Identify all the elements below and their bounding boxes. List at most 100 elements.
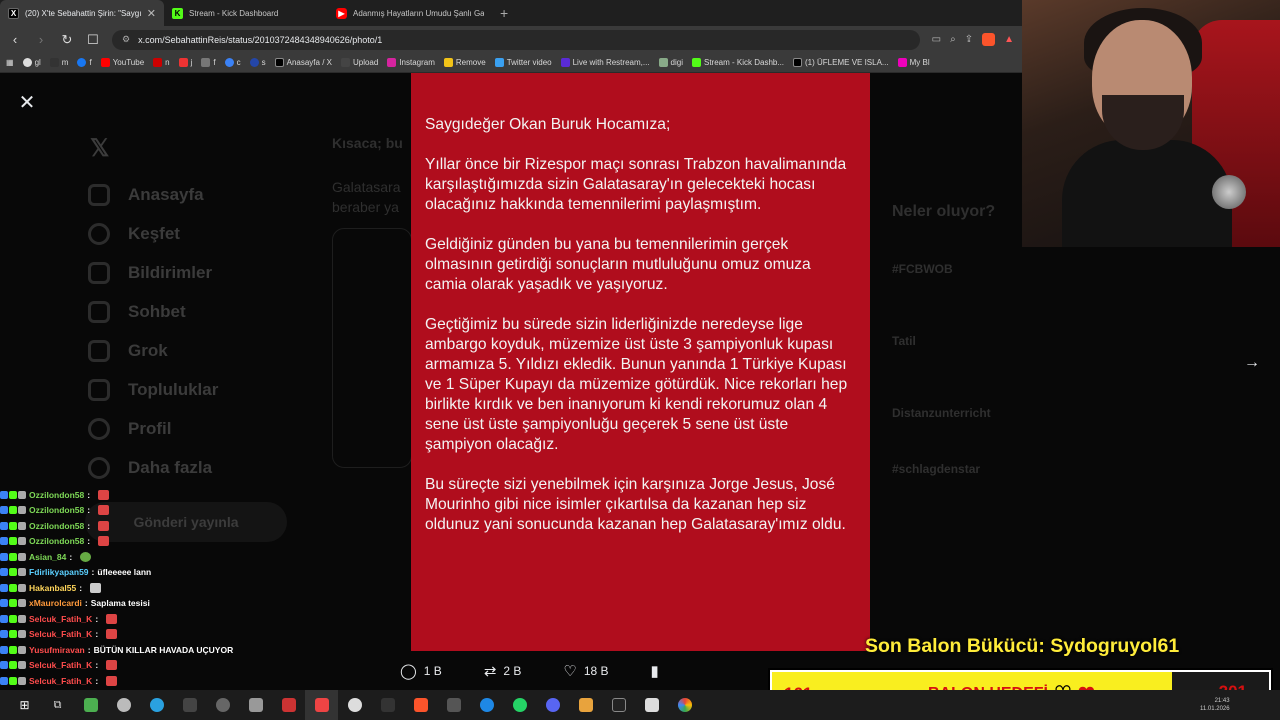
taskbar-app[interactable]: [107, 690, 140, 720]
nav-item-more[interactable]: Daha fazla: [88, 448, 218, 487]
bookmark-item[interactable]: Upload: [340, 58, 378, 67]
bookmark-item[interactable]: s: [249, 58, 266, 67]
nav-item-home[interactable]: Anasayfa: [88, 175, 218, 214]
bookmark-item[interactable]: (1) ÜFLEME VE ISLA...: [793, 58, 889, 67]
taskbar-app[interactable]: [74, 690, 107, 720]
chat-username[interactable]: Hakanbal55: [29, 583, 76, 593]
brave-shield-icon[interactable]: [982, 33, 996, 46]
badge-icon: [18, 599, 26, 608]
bookmark-item[interactable]: YouTube: [100, 58, 144, 67]
back-icon[interactable]: ‹: [8, 32, 22, 47]
taskbar-app[interactable]: [503, 690, 536, 720]
badge-icon: [18, 521, 26, 530]
tab-x-post[interactable]: X (20) X'te Sebahattin Şirin: "Saygı ✕: [0, 0, 164, 26]
bookmark-item[interactable]: f: [201, 58, 216, 67]
chat-username[interactable]: Fdirlikyapan59: [29, 567, 89, 577]
cast-icon[interactable]: ▭: [932, 34, 941, 45]
bookmark-item[interactable]: digi: [658, 58, 683, 67]
views-button[interactable]: ▮: [651, 662, 659, 680]
chat-username[interactable]: Yusufmiravan: [29, 645, 85, 655]
close-tab-icon[interactable]: ✕: [147, 7, 156, 20]
chat-username[interactable]: Selcuk_Fatih_K: [29, 660, 92, 670]
rewards-icon[interactable]: ▲: [1004, 34, 1014, 45]
chat-username[interactable]: Ozzilondon58: [29, 521, 84, 531]
nav-label: Topluluklar: [128, 379, 219, 399]
bookmark-item[interactable]: Twitter video: [494, 58, 552, 67]
nav-item-messages[interactable]: Sohbet: [88, 292, 218, 331]
forward-icon[interactable]: ›: [34, 32, 48, 47]
site-info-icon[interactable]: ⚙: [122, 34, 130, 45]
bookmark-item[interactable]: Anasayfa / X: [274, 58, 332, 67]
chat-separator: :: [69, 551, 73, 562]
nav-item-explore[interactable]: Keşfet: [88, 214, 218, 253]
taskbar-app[interactable]: [536, 690, 569, 720]
chat-username[interactable]: Asian_84: [29, 552, 66, 562]
system-clock[interactable]: 21:43 11.01.2026: [1200, 697, 1230, 713]
zoom-icon[interactable]: ⌕: [950, 34, 956, 45]
reply-button[interactable]: ◯ 1 B: [400, 662, 442, 680]
trend-item[interactable]: #schlagdenstar: [892, 462, 980, 476]
nav-item-profile[interactable]: Profil: [88, 409, 218, 448]
taskbar-app[interactable]: [569, 690, 602, 720]
chat-username[interactable]: xMaurolcardi: [29, 598, 82, 608]
taskbar-app[interactable]: [602, 690, 635, 720]
chat-username[interactable]: Ozzilondon58: [29, 490, 84, 500]
chat-username[interactable]: Selcuk_Fatih_K: [29, 629, 92, 639]
bookmark-item[interactable]: c: [224, 58, 241, 67]
share-icon[interactable]: ⇪: [965, 34, 973, 45]
tab-youtube[interactable]: ▶ Adanmış Hayatların Umudu Şanlı Gal: [328, 0, 492, 26]
bookmark-item[interactable]: gl: [22, 58, 41, 67]
taskbar-app[interactable]: [668, 690, 701, 720]
nav-item-communities[interactable]: Topluluklar: [88, 370, 218, 409]
taskbar-app[interactable]: [371, 690, 404, 720]
taskbar-app[interactable]: [635, 690, 668, 720]
nav-item-grok[interactable]: Grok: [88, 331, 218, 370]
trend-item[interactable]: Distanzunterricht: [892, 406, 991, 420]
apps-icon[interactable]: ▦: [6, 58, 14, 67]
chat-username[interactable]: Selcuk_Fatih_K: [29, 676, 92, 686]
badge-icon: [18, 676, 26, 685]
close-lightbox-icon[interactable]: ✕: [18, 93, 36, 113]
bookmark-item[interactable]: m: [49, 58, 68, 67]
reload-icon[interactable]: ↻: [60, 32, 74, 48]
tab-kick-dashboard[interactable]: K Stream - Kick Dashboard: [164, 0, 328, 26]
taskbar-app[interactable]: [305, 690, 338, 720]
bookmark-item[interactable]: Live with Restream,...: [560, 58, 650, 67]
bookmark-item[interactable]: Remove: [443, 58, 486, 67]
taskbar-app[interactable]: [206, 690, 239, 720]
badge-icon: [0, 661, 8, 670]
nav-item-notifications[interactable]: Bildirimler: [88, 253, 218, 292]
bookmark-item[interactable]: Instagram: [387, 58, 435, 67]
bookmark-item[interactable]: Stream - Kick Dashb...: [691, 58, 784, 67]
repost-button[interactable]: ⇄ 2 B: [484, 662, 522, 680]
chat-username[interactable]: Ozzilondon58: [29, 536, 84, 546]
bookmark-item[interactable]: f: [77, 58, 92, 67]
taskbar-app[interactable]: [470, 690, 503, 720]
new-tab-button[interactable]: +: [492, 0, 516, 26]
chat-username[interactable]: Selcuk_Fatih_K: [29, 614, 92, 624]
trend-item[interactable]: Tatil: [892, 334, 916, 348]
start-button[interactable]: ⊞: [8, 690, 41, 720]
bookmark-label: (1) ÜFLEME VE ISLA...: [805, 58, 889, 67]
bookmark-item[interactable]: n: [153, 58, 170, 67]
like-button[interactable]: ♡ 18 B: [563, 662, 608, 680]
bookmark-item[interactable]: j: [178, 58, 192, 67]
badge-icon: [9, 599, 17, 608]
bell-icon: [88, 261, 110, 284]
taskbar-app[interactable]: [272, 690, 305, 720]
taskbar-app[interactable]: [239, 690, 272, 720]
taskbar-app[interactable]: [338, 690, 371, 720]
address-bar[interactable]: ⚙ x.com/SebahattinReis/status/2010372484…: [112, 29, 920, 50]
chat-username[interactable]: Ozzilondon58: [29, 505, 84, 515]
taskbar-app[interactable]: [437, 690, 470, 720]
next-photo-icon[interactable]: →: [1244, 354, 1260, 372]
bookmark-item[interactable]: My Bl: [897, 58, 930, 67]
taskbar-app[interactable]: [404, 690, 437, 720]
emote-icon: [90, 582, 102, 593]
bookmark-label: Live with Restream,...: [572, 58, 650, 67]
taskbar-app[interactable]: [140, 690, 173, 720]
bookmark-icon[interactable]: ☐: [86, 32, 100, 48]
taskbar-app[interactable]: [173, 690, 206, 720]
trend-item[interactable]: #FCBWOB: [892, 262, 953, 276]
taskview-button[interactable]: ⧉: [41, 690, 74, 720]
